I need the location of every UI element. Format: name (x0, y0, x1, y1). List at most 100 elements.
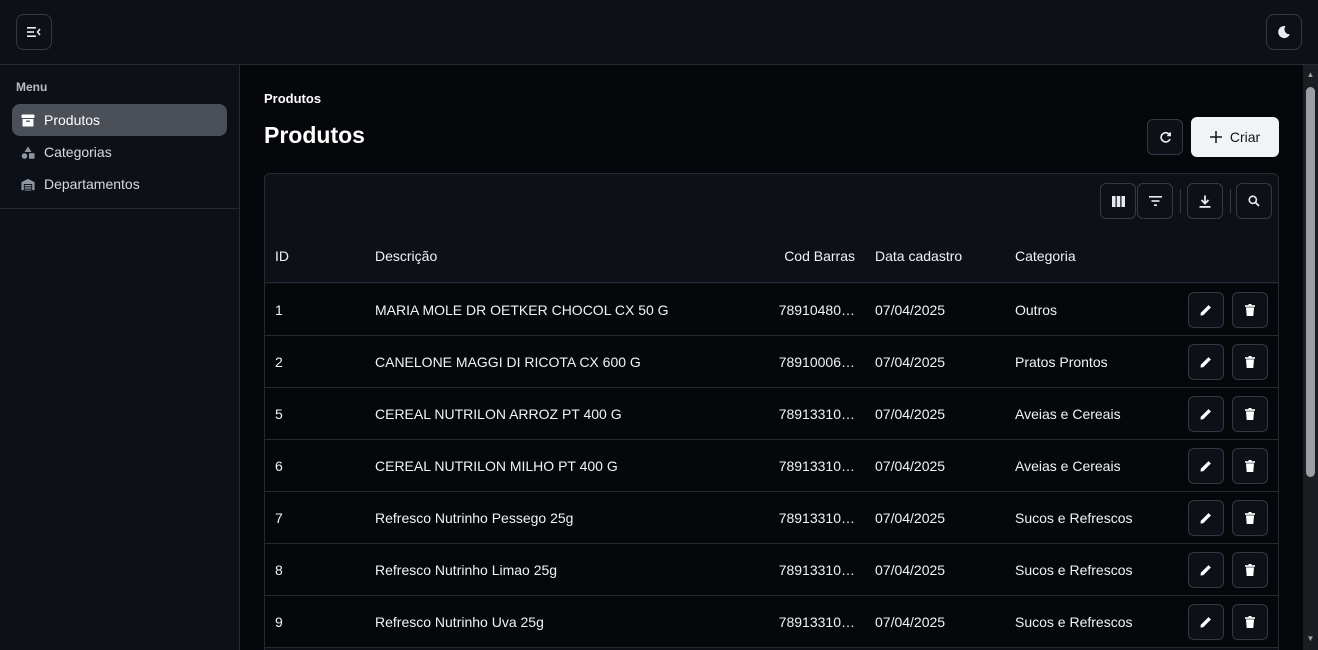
trash-icon (1245, 408, 1255, 420)
cell-cod-barras: 78913310… (765, 544, 855, 595)
trash-icon (1245, 304, 1255, 316)
moon-icon (1278, 26, 1290, 39)
plus-icon (1209, 131, 1222, 143)
toolbar-divider (1180, 189, 1181, 213)
sidebar-item-label: Categorias (44, 144, 112, 160)
edit-button[interactable] (1188, 344, 1224, 380)
cod-barras-text: 78910480… (778, 301, 855, 318)
download-button[interactable] (1187, 183, 1223, 219)
edit-button[interactable] (1188, 552, 1224, 588)
cell-data-cadastro: 07/04/2025 (875, 509, 946, 526)
cell-descricao: CEREAL NUTRILON MILHO PT 400 G (375, 457, 618, 474)
edit-button[interactable] (1188, 292, 1224, 328)
pencil-icon (1200, 513, 1211, 524)
cell-data-cadastro: 07/04/2025 (875, 457, 946, 474)
edit-button[interactable] (1188, 604, 1224, 640)
cell-data-cadastro: 07/04/2025 (875, 561, 946, 578)
refresh-icon (1159, 131, 1171, 143)
theme-toggle-button[interactable] (1266, 14, 1302, 50)
scroll-down-arrow-icon[interactable]: ▼ (1303, 631, 1318, 646)
delete-button[interactable] (1232, 448, 1268, 484)
cell-cod-barras: 78913310… (765, 596, 855, 647)
column-header-cod-barras[interactable]: Cod Barras (765, 230, 855, 282)
scroll-up-arrow-icon[interactable]: ▲ (1303, 67, 1318, 82)
cell-categoria: Sucos e Refrescos (1015, 561, 1133, 578)
cell-descricao: CEREAL NUTRILON ARROZ PT 400 G (375, 405, 622, 422)
refresh-button[interactable] (1147, 119, 1183, 155)
delete-button[interactable] (1232, 292, 1268, 328)
sidebar-item-label: Produtos (44, 112, 101, 128)
sidebar-title: Menu (16, 80, 48, 94)
cell-categoria: Sucos e Refrescos (1015, 613, 1133, 630)
cell-descricao: CANELONE MAGGI DI RICOTA CX 600 G (375, 353, 641, 370)
pencil-icon (1200, 461, 1211, 472)
create-button-label: Criar (1229, 129, 1261, 145)
cod-barras-text: 78910006… (778, 353, 855, 370)
cell-categoria: Outros (1015, 301, 1058, 318)
column-header-data-cadastro[interactable]: Data cadastro (875, 230, 1005, 282)
cell-data-cadastro: 07/04/2025 (875, 405, 946, 422)
cell-id: 8 (275, 561, 283, 578)
columns-button[interactable] (1100, 183, 1136, 219)
toggle-sidebar-button[interactable] (16, 14, 52, 50)
scroll-thumb[interactable] (1306, 87, 1315, 477)
cell-categoria: Aveias e Cereais (1015, 457, 1121, 474)
pencil-icon (1200, 357, 1211, 368)
pencil-icon (1200, 617, 1211, 628)
cod-barras-text: 78913310… (778, 405, 855, 422)
trash-icon (1245, 460, 1255, 472)
search-icon (1248, 195, 1260, 207)
warehouse-icon (21, 177, 35, 191)
toolbar-divider (1230, 189, 1231, 213)
create-button[interactable]: Criar (1191, 117, 1279, 157)
page-scrollbar[interactable]: ▲ ▼ (1303, 65, 1318, 650)
delete-button[interactable] (1232, 552, 1268, 588)
sidebar-item-categorias[interactable]: Categorias (12, 136, 227, 168)
cell-descricao: MARIA MOLE DR OETKER CHOCOL CX 50 G (375, 301, 669, 318)
sidebar-divider (0, 208, 240, 209)
breadcrumb[interactable]: Produtos (264, 91, 321, 106)
shapes-icon (21, 145, 35, 159)
sidebar: Menu Produtos Categorias Departamentos (0, 65, 240, 650)
sidebar-item-produtos[interactable]: Produtos (12, 104, 227, 136)
filter-button[interactable] (1137, 183, 1173, 219)
cell-data-cadastro: 07/04/2025 (875, 301, 946, 318)
cell-id: 1 (275, 301, 283, 318)
column-header-categoria[interactable]: Categoria (1015, 230, 1175, 282)
cell-id: 5 (275, 405, 283, 422)
table-row: 6 CEREAL NUTRILON MILHO PT 400 G 7891331… (265, 440, 1278, 492)
cell-cod-barras: 78913310… (765, 440, 855, 491)
cell-data-cadastro: 07/04/2025 (875, 613, 946, 630)
delete-button[interactable] (1232, 604, 1268, 640)
sidebar-item-label: Departamentos (44, 176, 140, 192)
cell-cod-barras: 78910480… (765, 284, 855, 335)
cell-categoria: Sucos e Refrescos (1015, 509, 1133, 526)
delete-button[interactable] (1232, 396, 1268, 432)
cod-barras-text: 78913310… (778, 457, 855, 474)
edit-button[interactable] (1188, 500, 1224, 536)
cell-descricao: Refresco Nutrinho Pessego 25g (375, 509, 574, 526)
top-bar (0, 0, 1318, 65)
edit-button[interactable] (1188, 396, 1224, 432)
cell-id: 7 (275, 509, 283, 526)
cell-id: 9 (275, 613, 283, 630)
trash-icon (1245, 512, 1255, 524)
download-icon (1199, 195, 1211, 208)
cell-id: 2 (275, 353, 283, 370)
delete-button[interactable] (1232, 344, 1268, 380)
archive-box-icon (21, 113, 35, 127)
table-row: 1 MARIA MOLE DR OETKER CHOCOL CX 50 G 78… (265, 284, 1278, 336)
column-header-descricao[interactable]: Descrição (375, 230, 755, 282)
sidebar-item-departamentos[interactable]: Departamentos (12, 168, 227, 200)
delete-button[interactable] (1232, 500, 1268, 536)
filter-lines-icon (1148, 196, 1162, 206)
column-header-id[interactable]: ID (275, 230, 365, 282)
edit-button[interactable] (1188, 448, 1224, 484)
cell-cod-barras: 78913310… (765, 388, 855, 439)
cell-descricao: Refresco Nutrinho Limao 25g (375, 561, 558, 578)
trash-icon (1245, 616, 1255, 628)
table-header: ID Descrição Cod Barras Data cadastro Ca… (265, 230, 1278, 283)
search-button[interactable] (1236, 183, 1272, 219)
cod-barras-text: 78913310… (778, 613, 855, 630)
view-columns-icon (1111, 195, 1125, 207)
